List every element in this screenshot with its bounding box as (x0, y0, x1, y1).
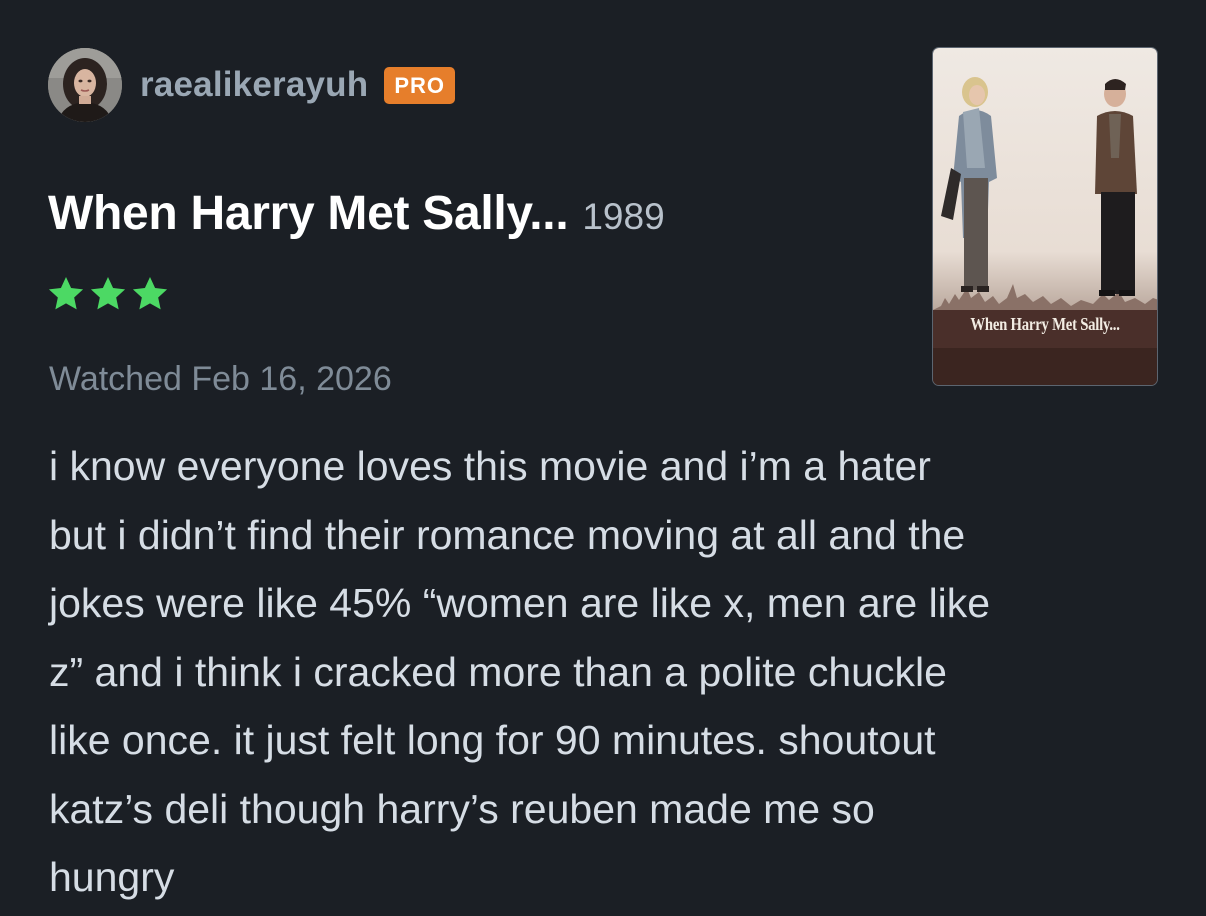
review-page: raealikerayuh PRO When Harry Met Sally..… (0, 0, 1206, 916)
watched-date: Watched Feb 16, 2026 (49, 360, 392, 398)
star-icon (48, 277, 84, 310)
star-icon (90, 277, 126, 310)
review-text: i know everyone loves this movie and i’m… (49, 432, 1189, 912)
review-text-line: but i didn’t find their romance moving a… (49, 511, 966, 558)
film-heading: When Harry Met Sally... 1989 (48, 186, 665, 241)
review-text-line: jokes were like 45% “women are like x, m… (49, 580, 991, 626)
avatar[interactable] (48, 48, 122, 122)
review-text-line: katz’s deli though harry’s reuben made m… (49, 785, 875, 832)
star-rating (46, 274, 170, 314)
author-username[interactable]: raealikerayuh (140, 65, 368, 105)
review-text-line: i know everyone loves this movie and i’m… (49, 443, 931, 489)
review-text-line: z” and i think i cracked more than a pol… (49, 648, 947, 695)
film-title[interactable]: When Harry Met Sally... (48, 186, 569, 241)
review-text-line: like once. it just felt long for 90 minu… (49, 717, 936, 763)
film-year[interactable]: 1989 (582, 196, 664, 238)
review-author[interactable]: raealikerayuh PRO (48, 46, 455, 124)
star-icon (132, 277, 168, 310)
review-text-line: hungry (49, 854, 175, 900)
film-poster[interactable]: When Harry Met Sally... (932, 47, 1158, 386)
poster-title: When Harry Met Sally... (970, 314, 1120, 334)
pro-badge: PRO (384, 66, 455, 104)
